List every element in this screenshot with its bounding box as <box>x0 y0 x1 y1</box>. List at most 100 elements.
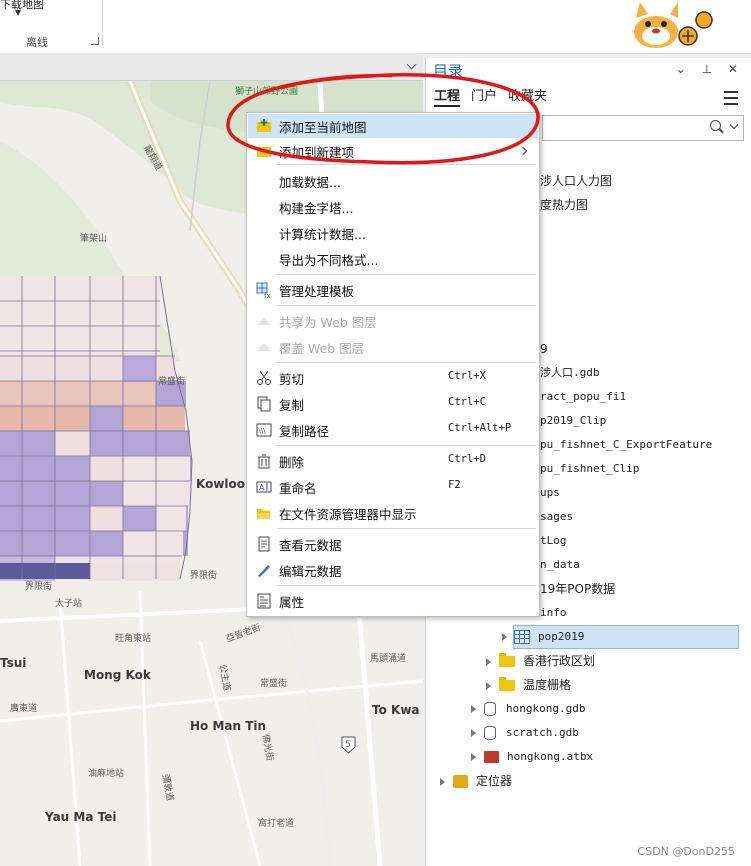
svg-text:\\\: \\\ <box>259 427 267 435</box>
pane-controls[interactable]: ⌄ ⊥ ✕ <box>676 62 744 76</box>
locator-icon <box>453 775 468 788</box>
tree-item[interactable]: pu_fishnet_C_ExportFeature <box>540 434 712 456</box>
map-label: 常盛街 <box>158 377 186 387</box>
tree-item[interactable]: info <box>540 602 567 624</box>
tree-item-pop2019[interactable]: pop2019 <box>502 625 739 649</box>
search-icon[interactable] <box>710 120 721 131</box>
menu-item-label: 共享为 Web 图层 <box>279 315 377 330</box>
expand-arrow-icon[interactable] <box>486 657 491 666</box>
tree-item-label: hongkong.gdb <box>506 702 586 715</box>
tree-item-gdb[interactable]: hongkong.gdb <box>471 698 585 720</box>
tree-item[interactable]: pu_fishnet_Clip <box>540 458 639 480</box>
menu-item-label: 管理处理模板 <box>279 284 355 299</box>
menu-item-label: 在文件资源管理器中显示 <box>279 507 417 522</box>
map-label: 窩打老道 <box>258 819 295 829</box>
menu-item-manage-templates[interactable]: fx 管理处理模板 <box>248 278 538 302</box>
menu-item-label: 覆盖 Web 图层 <box>279 341 365 356</box>
chevron-down-icon[interactable]: ▼ <box>15 8 21 17</box>
mascot-icon <box>634 2 713 48</box>
menu-item-load-data[interactable]: 加载数据... <box>248 169 538 193</box>
menu-item-label: 复制 <box>279 398 305 413</box>
map-label: 馬頭涌道 <box>370 654 407 664</box>
tree-item[interactable]: 涉人口.gdb <box>540 362 600 384</box>
map-label: Ho Man Tin <box>190 719 267 733</box>
menu-icon[interactable] <box>724 91 738 105</box>
folder-open-icon <box>257 509 271 519</box>
menu-separator <box>277 274 536 275</box>
tree-item[interactable]: sages <box>540 506 573 528</box>
chevron-down-icon[interactable] <box>729 120 739 130</box>
tree-item-label: scratch.gdb <box>506 726 579 739</box>
cut-icon <box>257 370 271 385</box>
tree-item-label: 温度栅格 <box>523 678 572 692</box>
menu-item-label: 加载数据... <box>279 175 341 190</box>
map-label: Tsui <box>0 656 27 670</box>
fishnet-grid <box>0 275 193 581</box>
menu-item-overwrite-web-layer[interactable]: 覆盖 Web 图层 <box>248 335 538 359</box>
dialog-launcher-icon[interactable] <box>91 37 99 45</box>
menu-item-edit-metadata[interactable]: 编辑元数据 <box>248 558 538 582</box>
toolbox-icon <box>484 751 499 763</box>
annotation-red-circle <box>226 73 540 165</box>
menu-separator <box>277 305 536 306</box>
tree-item-label: 香港行政区划 <box>523 654 596 668</box>
offline-map-button[interactable]: 下载地图 <box>0 0 44 12</box>
tree-item-folder[interactable]: 温度栅格 <box>486 674 571 696</box>
tree-item[interactable]: 度热力图 <box>540 194 588 216</box>
menu-item-label: 重命名 <box>279 481 317 496</box>
menu-separator <box>277 362 536 363</box>
menu-item-share-web-layer[interactable]: 共享为 Web 图层 <box>248 309 538 333</box>
menu-item-label: 属性 <box>279 595 305 610</box>
menu-separator <box>277 528 536 529</box>
map-label: 廣東道 <box>10 704 38 714</box>
tree-item[interactable]: 涉人口人力图 <box>540 170 612 192</box>
expand-arrow-icon[interactable] <box>471 705 476 713</box>
database-icon <box>484 702 496 716</box>
menu-item-properties[interactable]: 属性 <box>248 589 538 613</box>
expand-arrow-icon[interactable] <box>471 753 476 761</box>
tree-item-locators[interactable]: 定位器 <box>440 770 512 792</box>
menu-item-label: 构建金字塔... <box>279 201 354 216</box>
tree-item-gdb[interactable]: scratch.gdb <box>471 722 579 744</box>
tree-item-label: pop2019 <box>538 630 585 643</box>
menu-item-copy-path[interactable]: \\\ 复制路径 Ctrl+Alt+P <box>248 418 538 442</box>
menu-item-rename[interactable]: A 重命名 F2 <box>248 475 538 499</box>
tree-item[interactable]: 9 <box>540 338 548 360</box>
tree-item[interactable]: 19年POP数据 <box>540 578 615 600</box>
catalog-search[interactable] <box>542 115 744 141</box>
expand-arrow-icon[interactable] <box>440 777 445 786</box>
menu-item-shortcut: F2 <box>448 479 461 491</box>
raster-dataset-icon <box>514 630 530 644</box>
expand-arrow-icon[interactable] <box>471 729 476 737</box>
tree-item[interactable]: ract_popu_fi1 <box>540 386 626 408</box>
database-icon <box>484 726 496 740</box>
edit-metadata-icon <box>258 565 270 577</box>
expand-arrow-icon[interactable] <box>486 681 491 690</box>
menu-item-build-pyramids[interactable]: 构建金字塔... <box>248 195 538 219</box>
menu-item-label: 查看元数据 <box>279 538 342 553</box>
tree-item[interactable]: ups <box>540 482 560 504</box>
tree-item-toolbox[interactable]: hongkong.atbx <box>471 746 593 768</box>
tree-item[interactable]: n_data <box>540 554 580 576</box>
menu-item-view-metadata[interactable]: 查看元数据 <box>248 532 538 556</box>
ribbon: 下载地图 ▼ 离线 <box>0 0 751 54</box>
map-label: Mong Kok <box>84 668 151 682</box>
menu-item-delete[interactable]: 删除 Ctrl+D <box>248 449 538 473</box>
map-label: 油麻地站 <box>88 769 125 779</box>
menu-item-cut[interactable]: 剪切 Ctrl+X <box>248 366 538 390</box>
menu-item-label: 删除 <box>279 455 305 470</box>
folder-icon <box>499 677 515 691</box>
menu-item-copy[interactable]: 复制 Ctrl+C <box>248 392 538 416</box>
tree-item[interactable]: p2019_Clip <box>540 410 606 432</box>
menu-item-shortcut: Ctrl+Alt+P <box>448 422 512 434</box>
chevron-down-icon[interactable] <box>406 59 417 70</box>
share-web-layer-icon <box>257 317 271 325</box>
map-label: 常盛街 <box>260 679 288 689</box>
menu-item-show-in-explorer[interactable]: 在文件资源管理器中显示 <box>248 501 538 525</box>
tree-item[interactable]: tLog <box>540 530 567 552</box>
expand-arrow-icon[interactable] <box>502 633 507 641</box>
menu-item-calc-statistics[interactable]: 计算统计数据... <box>248 221 538 245</box>
menu-item-export-format[interactable]: 导出为不同格式... <box>248 247 538 271</box>
menu-item-shortcut: Ctrl+D <box>448 453 486 465</box>
tree-item-folder[interactable]: 香港行政区划 <box>486 650 595 672</box>
